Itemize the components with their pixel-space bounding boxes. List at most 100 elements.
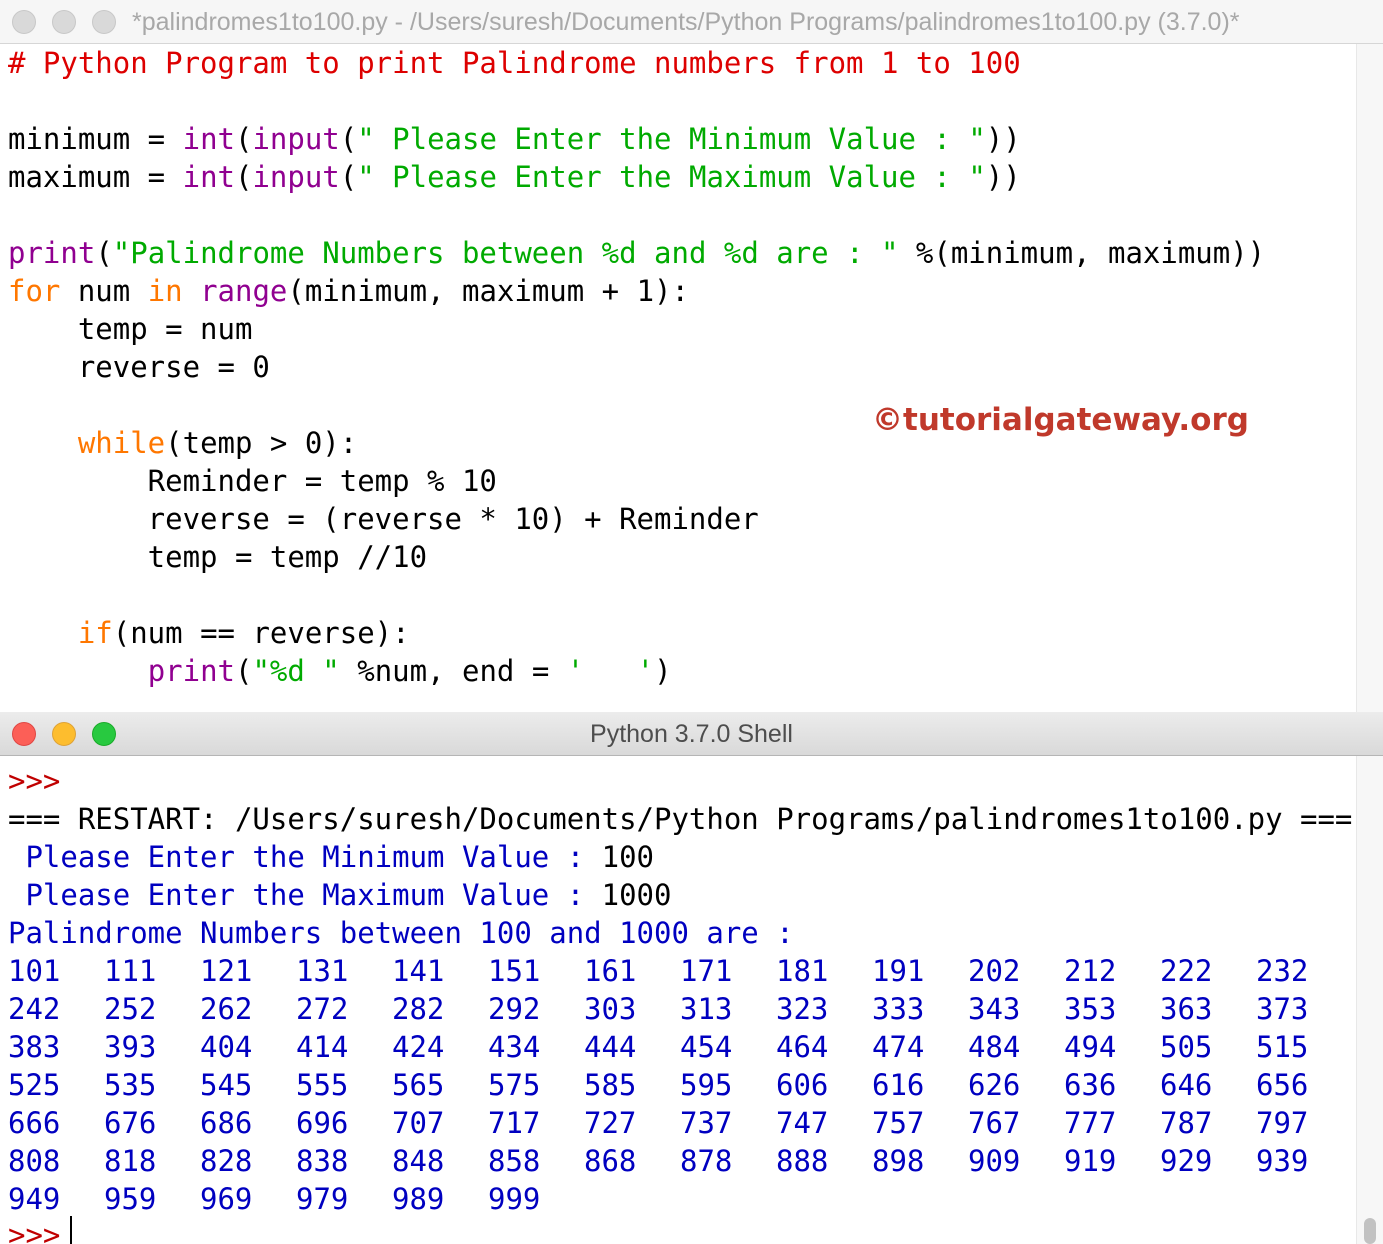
watermark: ©tutorialgateway.org [872,402,1249,438]
code-token: ) [654,654,672,688]
code-token: %(minimum, maximum)) [898,236,1266,270]
code-token: ( [235,654,253,688]
palindrome-number: 292 [488,992,541,1026]
code-line: Reminder = temp % 10 [8,462,1265,500]
code-token: Reminder = temp % 10 [8,464,497,498]
input-max-prompt: Please Enter the Maximum Value : [8,878,602,912]
palindrome-number: 717 [488,1106,541,1140]
code-token: num [60,274,148,308]
palindrome-number: 888 [776,1144,829,1178]
palindrome-number: 919 [1064,1144,1117,1178]
editor-scrollbar[interactable] [1356,44,1383,712]
shell-window: Python 3.7.0 Shell >>> === RESTART: /Use… [0,712,1383,1244]
palindrome-number: 969 [200,1182,253,1216]
palindrome-number: 595 [680,1068,733,1102]
palindrome-number: 686 [200,1106,253,1140]
palindrome-number: 464 [776,1030,829,1064]
palindrome-number: 454 [680,1030,733,1064]
palindrome-number: 131 [296,954,349,988]
code-token: minimum = [8,122,183,156]
code-token: ( [95,236,113,270]
palindrome-number: 929 [1160,1144,1213,1178]
palindrome-number: 262 [200,992,253,1026]
palindrome-number: 404 [200,1030,253,1064]
code-token: ( [235,160,253,194]
palindrome-number: 505 [1160,1030,1213,1064]
code-token: (temp > 0): [165,426,358,460]
palindrome-number: 474 [872,1030,925,1064]
palindrome-number: 282 [392,992,445,1026]
palindrome-number: 868 [584,1144,637,1178]
code-token: )) [985,160,1021,194]
code-editor[interactable]: # Python Program to print Palindrome num… [8,44,1265,690]
shell-scrollbar-thumb[interactable] [1364,1218,1376,1244]
palindrome-number: 181 [776,954,829,988]
palindrome-number: 272 [296,992,349,1026]
text-cursor [70,1216,72,1244]
code-token: while [77,426,166,460]
palindrome-number: 313 [680,992,733,1026]
close-button[interactable] [12,10,36,34]
palindrome-number: 959 [104,1182,157,1216]
palindrome-number: 808 [8,1144,61,1178]
code-line: for num in range(minimum, maximum + 1): [8,272,1265,310]
editor-window: *palindromes1to100.py - /Users/suresh/Do… [0,0,1383,712]
palindrome-number: 777 [1064,1106,1117,1140]
palindrome-number: 363 [1160,992,1213,1026]
palindrome-number: 232 [1256,954,1309,988]
palindrome-number: 828 [200,1144,253,1178]
palindrome-number: 666 [8,1106,61,1140]
code-line: # Python Program to print Palindrome num… [8,44,1265,82]
palindrome-number: 434 [488,1030,541,1064]
palindrome-number: 848 [392,1144,445,1178]
restart-line: === RESTART: /Users/suresh/Documents/Pyt… [8,802,1353,836]
palindrome-number: 989 [392,1182,445,1216]
shell-titlebar: Python 3.7.0 Shell [0,712,1383,756]
code-token: %num, end = [339,654,567,688]
palindrome-number: 858 [488,1144,541,1178]
palindrome-number: 373 [1256,992,1309,1026]
palindrome-number: 484 [968,1030,1021,1064]
code-token: " Please Enter the Minimum Value : " [357,122,986,156]
zoom-button[interactable] [92,10,116,34]
palindrome-number: 939 [1256,1144,1309,1178]
editor-title: *palindromes1to100.py - /Users/suresh/Do… [132,8,1240,36]
palindrome-number: 393 [104,1030,157,1064]
shell-scrollbar[interactable] [1356,756,1383,1244]
palindrome-number: 999 [488,1182,541,1216]
palindrome-number: 343 [968,992,1021,1026]
palindrome-number: 161 [584,954,637,988]
palindrome-number: 383 [8,1030,61,1064]
palindrome-number: 707 [392,1106,445,1140]
palindrome-number: 626 [968,1068,1021,1102]
palindrome-number: 494 [1064,1030,1117,1064]
palindrome-number: 545 [200,1068,253,1102]
palindrome-number: 151 [488,954,541,988]
shell-final-prompt[interactable]: >>> [8,1216,60,1244]
code-token: in [147,274,183,308]
code-token: (minimum, maximum + 1): [287,274,689,308]
palindrome-number: 171 [680,954,733,988]
palindrome-number: 303 [584,992,637,1026]
code-token: print [147,654,235,688]
input-min-prompt: Please Enter the Minimum Value : [8,840,602,874]
palindrome-number: 444 [584,1030,637,1064]
palindrome-number: 787 [1160,1106,1213,1140]
palindrome-number: 838 [296,1144,349,1178]
input-min-value: 100 [601,840,655,874]
palindrome-number: 747 [776,1106,829,1140]
minimize-button[interactable] [52,10,76,34]
code-token: ' ' [566,654,655,688]
code-token: input [252,122,340,156]
palindrome-number: 353 [1064,992,1117,1026]
code-line: reverse = (reverse * 10) + Reminder [8,500,1265,538]
palindrome-number: 757 [872,1106,925,1140]
code-token: range [200,274,288,308]
code-token: " Please Enter the Maximum Value : " [357,160,986,194]
palindrome-number: 121 [200,954,253,988]
palindrome-number: 535 [104,1068,157,1102]
palindrome-number: 676 [104,1106,157,1140]
palindrome-number: 767 [968,1106,1021,1140]
input-max-line: Please Enter the Maximum Value : 1000 [8,876,671,914]
